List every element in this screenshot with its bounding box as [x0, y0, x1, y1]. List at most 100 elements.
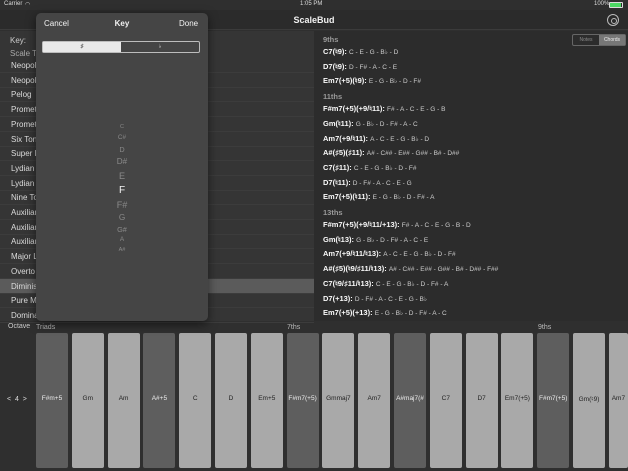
- octave-next-button[interactable]: >: [23, 396, 27, 403]
- chord-notes: A - C - E - G - B♭ - D: [370, 135, 430, 143]
- chord-row[interactable]: C7(♮9): C - E - G - B♭ - D: [323, 47, 398, 56]
- battery-percent: 100%: [594, 1, 610, 7]
- chord-notes: G - B♭ - D - F# - A - C - E: [356, 236, 429, 244]
- chord-row[interactable]: C7(♯11): C - E - G - B♭ - D - F#: [323, 163, 417, 172]
- key-option[interactable]: D: [36, 145, 208, 154]
- chord-key[interactable]: F#m7(+5): [286, 333, 319, 468]
- key-option[interactable]: A#: [36, 247, 208, 253]
- chord-name: Gm(♮11):: [323, 118, 356, 128]
- chord-name: Em7(+5)(♮9):: [323, 76, 369, 86]
- chord-name: C7(♮9):: [323, 47, 350, 56]
- key-option[interactable]: F: [36, 185, 208, 196]
- chord-row[interactable]: Em7(+5)(♮9): E - G - B♭ - D - F#: [323, 76, 421, 85]
- notes-segment[interactable]: Notes: [573, 35, 599, 45]
- chord-row[interactable]: D7(+13): D - F# - A - C - E - G - B♭: [323, 294, 427, 303]
- chord-notes: A# - C## - E## - G## - B# - D## - F##: [388, 266, 499, 274]
- chord-name: D7(+13):: [323, 293, 355, 303]
- chord-notes: C - E - G - B♭ - D - F# - A: [375, 280, 449, 288]
- section-header: 13ths: [323, 208, 343, 217]
- flat-segment[interactable]: ♭: [121, 42, 199, 52]
- chord-notes: A - C - E - G - B♭ - D - F#: [383, 251, 456, 259]
- chord-notes: E - G - B♭ - D - F# - A: [372, 194, 435, 202]
- chord-key[interactable]: F#m7(+5): [537, 333, 570, 468]
- chord-row[interactable]: Gm(♮11): G - B♭ - D - F# - A - C: [323, 119, 418, 128]
- chord-row[interactable]: Em7(+5)(♮11): E - G - B♭ - D - F# - A: [323, 192, 435, 201]
- chord-key[interactable]: A#+5: [143, 333, 176, 468]
- carrier-label: Carrier: [4, 1, 23, 7]
- notes-chords-segment: Notes Chords: [572, 34, 626, 46]
- key-option[interactable]: G: [36, 213, 208, 222]
- chord-row[interactable]: F#m7(+5)(+9/♮11/+13): F# - A - C - E - G…: [323, 220, 471, 229]
- chord-name: F#m7(+5)(+9/♮11/+13):: [323, 220, 402, 229]
- chord-name: C7(♮9/♯11/♮13):: [323, 278, 376, 288]
- chord-key[interactable]: Gm(♮9): [573, 333, 605, 468]
- chord-row[interactable]: Gm(♮13): G - B♭ - D - F# - A - C - E: [323, 235, 428, 244]
- chord-row[interactable]: A#(♯5)(♮9/♯11/♮13): A# - C## - E## - G##…: [323, 264, 498, 273]
- scale-type-header: Scale T: [10, 49, 37, 58]
- chord-notes: E - G - B♭ - D - F# - A - C: [374, 310, 447, 318]
- chord-notes: D - F# - A - C - E - G: [352, 179, 412, 187]
- clock: 1:05 PM: [300, 1, 323, 7]
- chord-name: A#(♯5)(♮9/♯11/♮13):: [323, 264, 389, 274]
- accidental-segment: ♯ ♭: [42, 41, 200, 53]
- chord-notes: C - E - G - B♭ - D - F#: [353, 164, 417, 172]
- octave-value: 4: [14, 396, 19, 403]
- octave-label: Octave: [8, 323, 31, 330]
- chord-notes: E - G - B♭ - D - F#: [368, 78, 422, 86]
- key-option[interactable]: E: [36, 171, 208, 181]
- chord-row[interactable]: Em7(+5)(+13): E - G - B♭ - D - F# - A - …: [323, 308, 447, 317]
- chord-key[interactable]: Em7(+5): [501, 333, 534, 468]
- chord-key[interactable]: Gm: [71, 333, 104, 468]
- sharp-segment[interactable]: ♯: [43, 42, 121, 52]
- chord-name: F#m7(+5)(+9/♮11):: [323, 104, 387, 114]
- group-label-triads: Triads: [36, 324, 56, 331]
- chords-segment[interactable]: Chords: [599, 35, 625, 45]
- done-button[interactable]: Done: [179, 19, 198, 28]
- key-option[interactable]: D#: [36, 157, 208, 166]
- chord-key[interactable]: Am: [107, 333, 140, 468]
- chord-key[interactable]: Am7: [358, 333, 391, 468]
- chord-name: Am7(+9/♮11):: [323, 133, 371, 143]
- chord-row[interactable]: D7(♮11): D - F# - A - C - E - G: [323, 178, 412, 187]
- chord-name: Am7(+9/♮11/♮13):: [323, 249, 384, 259]
- chord-name: C7(♯11):: [323, 162, 354, 172]
- chord-name: Em7(+5)(♮11):: [323, 192, 373, 202]
- chord-key[interactable]: Em+5: [250, 333, 283, 468]
- chord-row[interactable]: Am7(+9/♮11/♮13): A - C - E - G - B♭ - D …: [323, 249, 456, 258]
- chord-row[interactable]: F#m7(+5)(+9/♮11): F# - A - C - E - G - B: [323, 104, 445, 113]
- group-label-9ths: 9ths: [538, 324, 552, 331]
- chord-row[interactable]: A#(♯5)(♯11): A# - C## - E## - G## - B# -…: [323, 148, 459, 157]
- chord-key[interactable]: D: [215, 333, 247, 468]
- cancel-button[interactable]: Cancel: [44, 19, 69, 28]
- key-option[interactable]: G#: [36, 225, 208, 234]
- chord-key[interactable]: C7: [429, 333, 462, 468]
- chord-notes: F# - A - C - E - G - B: [386, 106, 446, 114]
- wifi-icon: ◠: [25, 2, 31, 8]
- key-picker-popover: Key Cancel Done ♯ ♭ C C# D D# E F F# G G# A A#: [36, 13, 208, 321]
- chord-notes: F# - A - C - E - G - B - D: [401, 222, 471, 229]
- chord-list-panel: Notes Chords 9ths C7(♮9): C - E - G - B♭ …: [314, 31, 628, 321]
- key-option[interactable]: C#: [36, 134, 208, 141]
- chord-key[interactable]: C: [179, 333, 212, 468]
- chord-row[interactable]: Am7(+9/♮11): A - C - E - G - B♭ - D: [323, 134, 429, 143]
- chord-key[interactable]: A#maj7(#: [394, 333, 426, 468]
- key-option[interactable]: C: [36, 124, 208, 130]
- gear-icon[interactable]: [607, 14, 619, 26]
- group-label-7ths: 7ths: [287, 324, 301, 331]
- key-option[interactable]: A: [36, 236, 208, 243]
- section-header: 11ths: [323, 92, 343, 102]
- chord-key[interactable]: F#m+5: [36, 333, 68, 468]
- chord-key[interactable]: Am7: [608, 333, 628, 468]
- octave-prev-button[interactable]: <: [7, 396, 11, 403]
- octave-stepper: < 4 >: [7, 396, 27, 403]
- chord-key[interactable]: Gmmaj7: [322, 333, 355, 468]
- chord-name: Gm(♮13):: [323, 234, 357, 244]
- chord-row[interactable]: D7(♮9): D - F# - A - C - E: [323, 62, 397, 71]
- section-header: 9ths: [323, 35, 339, 44]
- chord-row[interactable]: C7(♮9/♯11/♮13): C - E - G - B♭ - D - F# …: [323, 279, 448, 288]
- key-option[interactable]: F#: [36, 200, 208, 210]
- chord-notes: A# - C## - E## - G## - B# - D##: [366, 150, 460, 158]
- chord-notes: G - B♭ - D - F# - A - C: [355, 120, 418, 128]
- chord-key[interactable]: D7: [465, 333, 498, 468]
- key-label[interactable]: Key:: [10, 36, 26, 45]
